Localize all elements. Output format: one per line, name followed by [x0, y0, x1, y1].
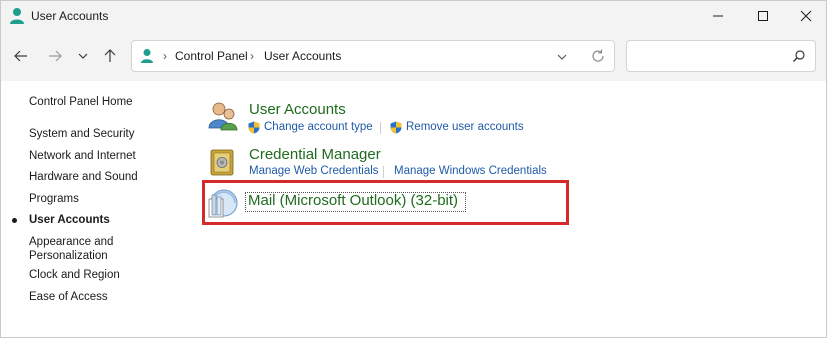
navigation-bar: › Control Panel › User Accounts: [1, 31, 826, 81]
credential-manager-icon[interactable]: [209, 147, 235, 177]
address-dropdown-icon[interactable]: [555, 50, 569, 64]
user-accounts-icon: [10, 8, 24, 24]
mail-outlook-icon[interactable]: [206, 187, 238, 219]
back-button[interactable]: [9, 45, 33, 67]
manage-web-credentials-link[interactable]: Manage Web Credentials: [249, 165, 379, 177]
chevron-right-icon: ›: [250, 49, 254, 63]
left-navigation-pane: Control Panel Home System and Security N…: [1, 81, 191, 338]
control-panel-home-link[interactable]: Control Panel Home: [29, 96, 133, 108]
change-account-type-link[interactable]: Change account type: [264, 121, 373, 133]
chevron-right-icon: ›: [163, 49, 167, 63]
maximize-icon: [758, 11, 768, 21]
forward-button[interactable]: [43, 45, 67, 67]
breadcrumb-control-panel[interactable]: Control Panel: [175, 49, 248, 63]
sidebar-item-hardware-and-sound[interactable]: Hardware and Sound: [29, 170, 179, 184]
minimize-icon: [713, 15, 723, 17]
link-divider: [383, 166, 384, 178]
uac-shield-icon: [390, 121, 402, 134]
active-item-bullet: [12, 218, 17, 223]
user-accounts-category-icon[interactable]: [207, 101, 239, 131]
uac-shield-icon: [248, 121, 260, 134]
sidebar-item-programs[interactable]: Programs: [29, 192, 179, 206]
recent-locations-button[interactable]: [71, 45, 95, 67]
breadcrumb-user-accounts[interactable]: User Accounts: [264, 49, 341, 63]
sidebar-item-network-and-internet[interactable]: Network and Internet: [29, 149, 179, 163]
close-button[interactable]: [783, 1, 827, 31]
sidebar-item-user-accounts[interactable]: User Accounts: [29, 213, 179, 227]
credential-manager-category-title[interactable]: Credential Manager: [249, 146, 381, 163]
maximize-button[interactable]: [740, 1, 786, 31]
user-accounts-window: User Accounts › Control Panel › User Acc…: [0, 0, 827, 338]
sidebar-item-appearance-and-personalization[interactable]: Appearance and Personalization: [29, 235, 139, 263]
refresh-icon[interactable]: [590, 48, 606, 64]
sidebar-item-ease-of-access[interactable]: Ease of Access: [29, 290, 179, 304]
address-bar[interactable]: › Control Panel › User Accounts: [131, 40, 615, 72]
arrow-left-icon: [14, 50, 27, 62]
mail-category-title[interactable]: Mail (Microsoft Outlook) (32-bit): [248, 192, 458, 209]
sidebar-item-clock-and-region[interactable]: Clock and Region: [29, 268, 179, 282]
minimize-button[interactable]: [695, 1, 741, 31]
sidebar-item-system-and-security[interactable]: System and Security: [29, 127, 179, 141]
window-title: User Accounts: [31, 9, 109, 23]
chevron-down-icon: [78, 53, 88, 59]
user-accounts-icon: [141, 49, 153, 63]
manage-windows-credentials-link[interactable]: Manage Windows Credentials: [394, 165, 547, 177]
arrow-right-icon: [49, 50, 62, 62]
search-icon: [793, 50, 805, 62]
search-box[interactable]: [626, 40, 816, 72]
close-icon: [800, 10, 812, 22]
remove-user-accounts-link[interactable]: Remove user accounts: [406, 121, 524, 133]
arrow-up-icon: [104, 49, 116, 62]
user-accounts-category-title[interactable]: User Accounts: [249, 101, 346, 118]
up-button[interactable]: [98, 45, 122, 67]
title-bar: User Accounts: [1, 1, 826, 31]
link-divider: [380, 122, 381, 134]
